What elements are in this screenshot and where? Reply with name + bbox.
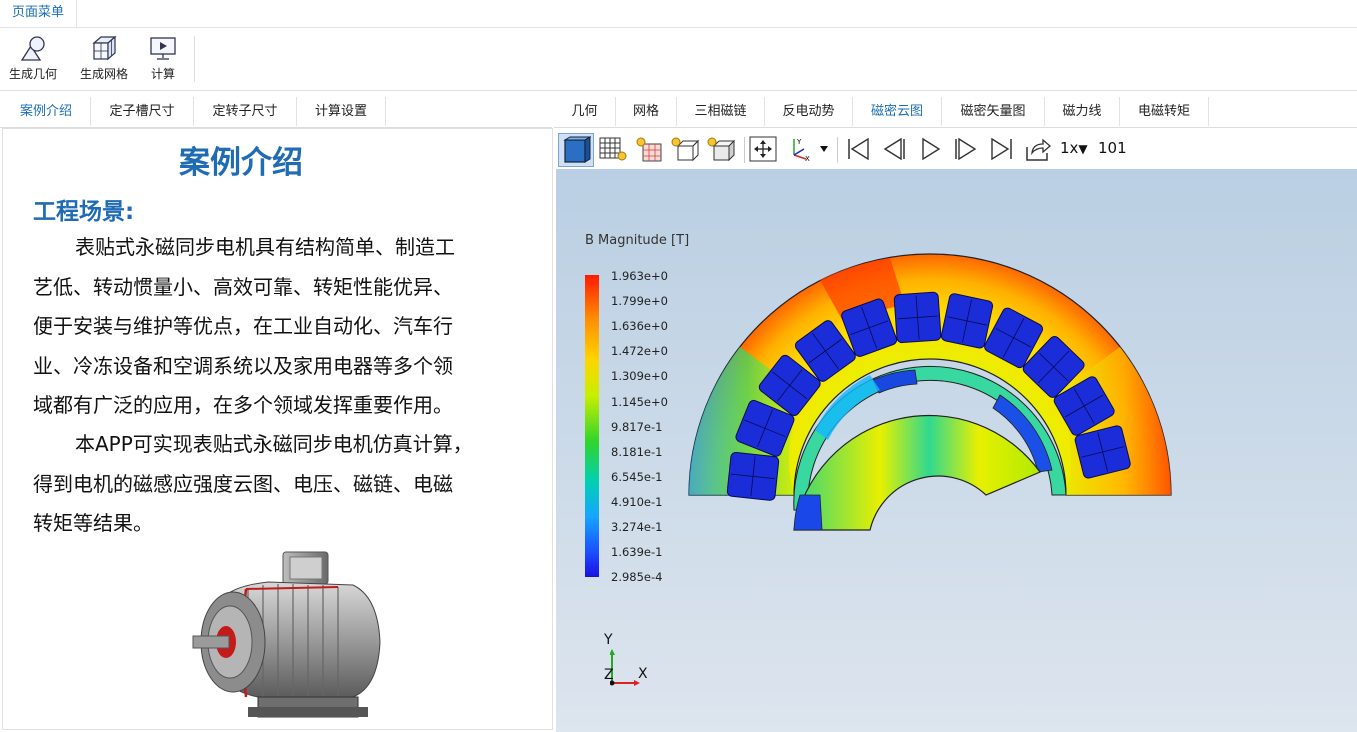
fit-view-icon bbox=[749, 136, 777, 162]
top-menu-bar: 页面菜单 bbox=[0, 0, 1357, 28]
tab-stator-rotor-size[interactable]: 定转子尺寸 bbox=[194, 97, 297, 126]
mesh-view-button[interactable] bbox=[596, 133, 630, 165]
colorbar-label: 1.639e-1 bbox=[611, 545, 663, 559]
colorbar-label: 1.799e+0 bbox=[611, 294, 668, 308]
left-tab-bar: 案例介绍 定子槽尺寸 定转子尺寸 计算设置 bbox=[0, 97, 552, 128]
viewer-toolbar: Y X bbox=[556, 129, 1357, 169]
colorbar-label: 8.181e-1 bbox=[611, 445, 663, 459]
doc-title: 案例介绍 bbox=[179, 145, 303, 181]
case-intro-panel: 案例介绍 工程场景: 表贴式永磁同步电机具有结构简单、制造工 艺低、转动惯量小、… bbox=[2, 128, 553, 730]
colorbar bbox=[585, 275, 599, 577]
surface-light-icon bbox=[707, 137, 736, 162]
para1-line: 便于安装与维护等优点，在工业自动化、汽车行 bbox=[33, 314, 453, 338]
last-frame-button[interactable] bbox=[985, 133, 1019, 165]
fit-view-button[interactable] bbox=[746, 133, 780, 165]
compute-button[interactable]: 计算 bbox=[140, 32, 186, 86]
speed-dropdown-icon: ▼ bbox=[1078, 142, 1088, 156]
mesh-icon bbox=[92, 35, 117, 61]
first-frame-icon bbox=[848, 137, 869, 161]
geometry-icon bbox=[20, 36, 45, 61]
para1-line: 域都有广泛的应用，在多个领域发挥重要作用。 bbox=[33, 393, 453, 417]
axis-z-label: Z bbox=[604, 667, 614, 683]
generate-mesh-label: 生成网格 bbox=[79, 67, 128, 81]
generate-mesh-button[interactable]: 生成网格 bbox=[73, 32, 135, 86]
compute-icon bbox=[150, 37, 176, 60]
mesh-light-button[interactable] bbox=[632, 133, 666, 165]
tab-calc-settings[interactable]: 计算设置 bbox=[297, 97, 386, 126]
axis-triad-icon bbox=[609, 649, 640, 686]
frame-number: 101 bbox=[1098, 139, 1127, 157]
speed-value: 1x bbox=[1060, 139, 1079, 157]
playback-speed-select[interactable]: 1x▼ bbox=[1060, 139, 1088, 157]
doc-paragraph-1: 表贴式永磁同步电机具有结构简单、制造工 艺低、转动惯量小、高效可靠、转矩性能优异… bbox=[33, 228, 503, 426]
para2-line: 得到电机的磁感应强度云图、电压、磁链、电磁 bbox=[33, 471, 453, 496]
tab-flux-density-contour[interactable]: 磁密云图 bbox=[853, 97, 942, 126]
axis-triad bbox=[609, 649, 640, 693]
ribbon-toolbar: 生成几何 生成网格 计算 bbox=[0, 28, 1357, 91]
toolbar-separator bbox=[837, 137, 838, 163]
para1-line: 艺低、转动惯量小、高效可靠、转矩性能优异、 bbox=[33, 274, 453, 299]
export-button[interactable] bbox=[1021, 133, 1055, 165]
play-button[interactable] bbox=[913, 133, 947, 165]
colorbar-label: 1.145e+0 bbox=[611, 395, 668, 409]
compute-label: 计算 bbox=[150, 67, 175, 81]
play-icon bbox=[922, 137, 941, 161]
colorbar-label: 1.636e+0 bbox=[611, 319, 668, 333]
tab-mesh[interactable]: 网格 bbox=[616, 97, 677, 126]
solid-view-icon bbox=[563, 136, 591, 163]
mesh-view-icon bbox=[599, 137, 627, 161]
colorbar-title: B Magnitude [T] bbox=[585, 233, 690, 248]
axis-y-label: Y bbox=[604, 632, 613, 648]
wireframe-light-icon bbox=[671, 137, 700, 162]
axis-x-label: X bbox=[638, 666, 648, 682]
colorbar-label: 1.963e+0 bbox=[611, 269, 668, 283]
prev-frame-icon bbox=[883, 137, 905, 161]
flux-density-viewport[interactable] bbox=[556, 169, 1357, 732]
colorbar-label: 9.817e-1 bbox=[611, 420, 663, 434]
para2-line: 本APP可实现表贴式永磁同步电机仿真计算， bbox=[75, 432, 473, 456]
mesh-light-icon bbox=[636, 137, 662, 162]
generate-geometry-button[interactable]: 生成几何 bbox=[2, 32, 64, 86]
motor-image bbox=[192, 551, 381, 718]
right-tab-bar: 几何 网格 三相磁链 反电动势 磁密云图 磁密矢量图 磁力线 电磁转矩 bbox=[554, 97, 1357, 128]
tab-stator-slot-size[interactable]: 定子槽尺寸 bbox=[91, 97, 194, 126]
next-frame-button[interactable] bbox=[949, 133, 983, 165]
wireframe-light-button[interactable] bbox=[668, 133, 702, 165]
svg-text:Y: Y bbox=[796, 138, 802, 146]
axis-orient-icon: Y X bbox=[793, 138, 828, 163]
colorbar-label: 3.274e-1 bbox=[611, 520, 663, 534]
colorbar-label: 2.985e-4 bbox=[611, 570, 663, 584]
tab-case-intro[interactable]: 案例介绍 bbox=[2, 97, 91, 126]
colorbar-label: 4.910e-1 bbox=[611, 495, 663, 509]
para1-line: 表贴式永磁同步电机具有结构简单、制造工 bbox=[75, 235, 455, 259]
tab-em-torque[interactable]: 电磁转矩 bbox=[1120, 97, 1209, 126]
tab-three-phase-flux[interactable]: 三相磁链 bbox=[677, 97, 765, 126]
solid-view-button[interactable] bbox=[558, 133, 594, 167]
ribbon-separator bbox=[194, 36, 195, 82]
tab-flux-density-vector[interactable]: 磁密矢量图 bbox=[942, 97, 1045, 126]
colorbar-label: 6.545e-1 bbox=[611, 470, 663, 484]
tab-flux-lines[interactable]: 磁力线 bbox=[1045, 97, 1120, 126]
prev-frame-button[interactable] bbox=[877, 133, 911, 165]
motor-flux-density-plot bbox=[688, 253, 1172, 531]
tab-geometry[interactable]: 几何 bbox=[554, 97, 616, 126]
para2-line: 转矩等结果。 bbox=[33, 511, 153, 535]
colorbar-label: 1.309e+0 bbox=[611, 369, 668, 383]
para1-line: 业、冷冻设备和空调系统以及家用电器等多个领 bbox=[33, 353, 453, 378]
surface-light-button[interactable] bbox=[704, 133, 738, 165]
doc-heading: 工程场景: bbox=[33, 199, 135, 225]
tab-back-emf[interactable]: 反电动势 bbox=[765, 97, 853, 126]
last-frame-icon bbox=[991, 137, 1012, 161]
colorbar-label: 1.472e+0 bbox=[611, 344, 668, 358]
export-icon bbox=[1026, 138, 1051, 161]
generate-geometry-label: 生成几何 bbox=[8, 67, 57, 81]
doc-paragraph-2: 本APP可实现表贴式永磁同步电机仿真计算， 得到电机的磁感应强度云图、电压、磁链… bbox=[33, 425, 503, 544]
axis-orientation-dropdown[interactable]: Y X bbox=[784, 133, 832, 165]
page-menu-tab[interactable]: 页面菜单 bbox=[0, 0, 78, 27]
toolbar-separator bbox=[744, 137, 745, 163]
first-frame-button[interactable] bbox=[841, 133, 875, 165]
next-frame-icon bbox=[955, 137, 977, 161]
svg-text:X: X bbox=[805, 155, 810, 163]
